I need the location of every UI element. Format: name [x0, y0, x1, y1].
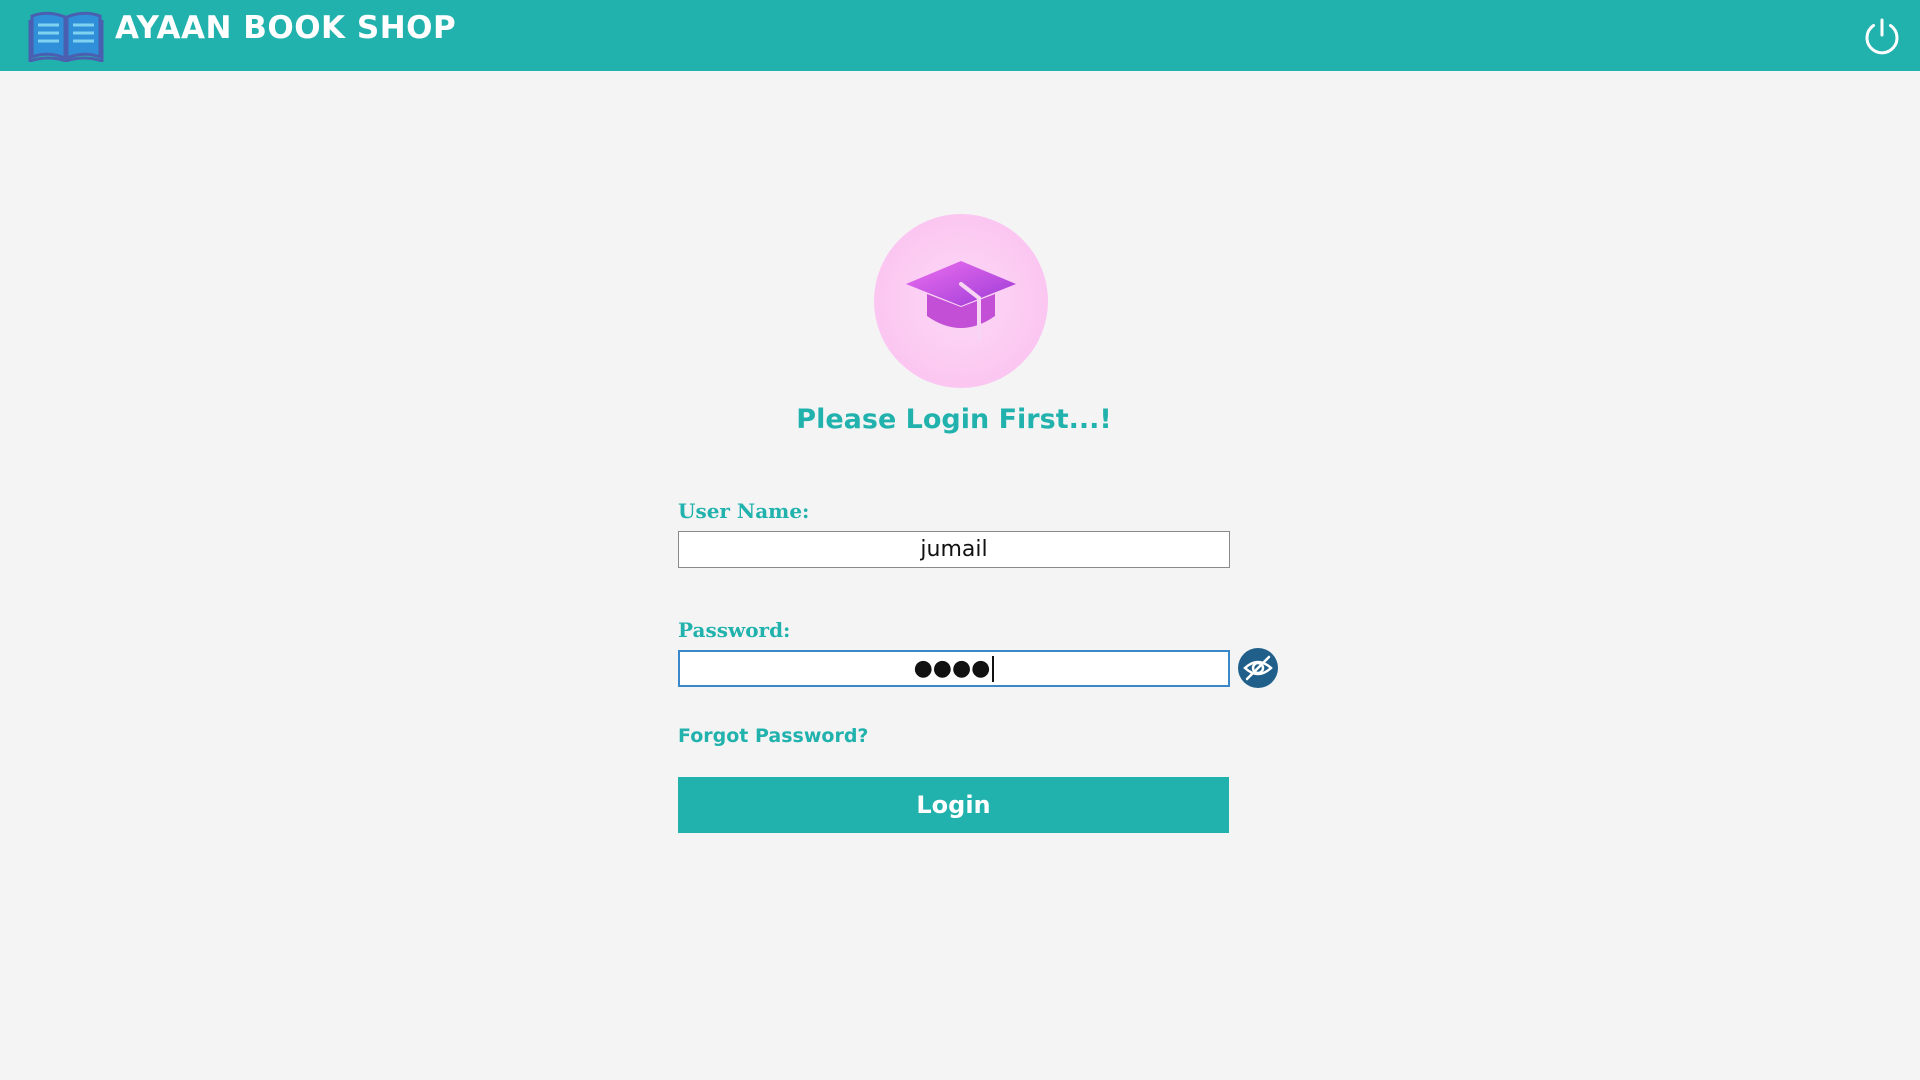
- login-heading: Please Login First...!: [796, 404, 1112, 435]
- forgot-password-link[interactable]: Forgot Password?: [678, 725, 868, 747]
- app-header: AYAAN BOOK SHOP: [0, 0, 1920, 71]
- eye-slash-icon[interactable]: [1237, 647, 1279, 689]
- password-label: Password:: [678, 618, 791, 642]
- app-title: AYAAN BOOK SHOP: [115, 10, 457, 46]
- username-input[interactable]: [678, 531, 1230, 568]
- password-mask: ●●●●: [913, 656, 991, 681]
- login-button[interactable]: Login: [678, 777, 1229, 833]
- password-input[interactable]: ●●●●: [678, 650, 1230, 687]
- username-label: User Name:: [678, 499, 810, 523]
- graduation-cap-icon: [874, 214, 1048, 388]
- open-book-icon: [28, 11, 104, 62]
- text-caret: [992, 655, 995, 682]
- power-icon[interactable]: [1862, 16, 1902, 56]
